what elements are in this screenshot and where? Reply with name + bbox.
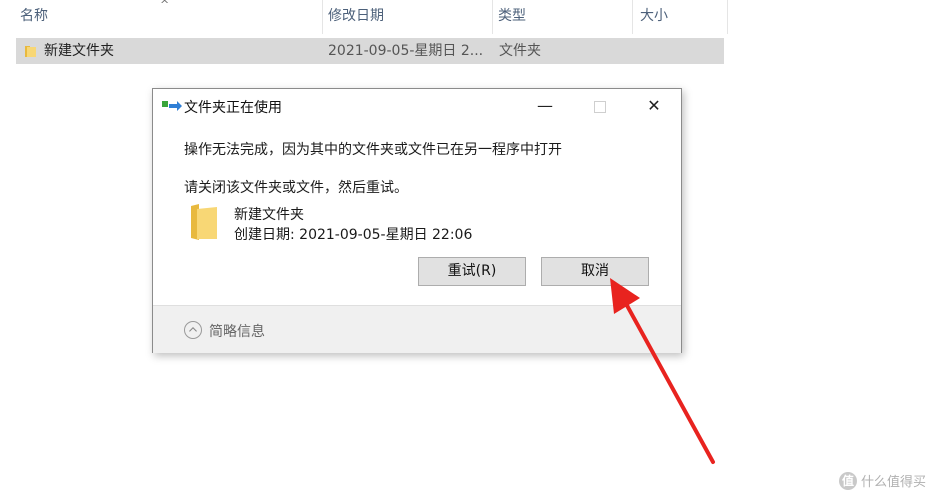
instruction-message: 请关闭该文件夹或文件，然后重试。 [184, 180, 408, 196]
column-header-size[interactable]: 大小 [636, 0, 726, 34]
fewer-details-toggle[interactable]: 简略信息 [209, 321, 265, 341]
file-row-selected[interactable]: 新建文件夹 2021-09-05-星期日 2... 文件夹 [16, 38, 724, 64]
column-divider[interactable] [727, 0, 728, 34]
folder-icon [191, 204, 217, 240]
minimize-icon: — [537, 96, 553, 115]
file-type: 文件夹 [499, 43, 541, 59]
close-icon: ✕ [647, 96, 661, 115]
watermark: 值 什么值得买 [838, 471, 926, 490]
file-name: 新建文件夹 [44, 43, 114, 59]
locked-file-name: 新建文件夹 [234, 207, 304, 223]
column-header-type[interactable]: 类型 [494, 0, 632, 34]
minimize-button[interactable]: — [522, 89, 568, 123]
cancel-button[interactable]: 取消 [541, 257, 649, 286]
dialog-titlebar[interactable]: 文件夹正在使用 — ✕ [153, 89, 681, 123]
column-divider[interactable] [322, 0, 323, 34]
chevron-up-icon[interactable] [184, 321, 202, 339]
maximize-button [577, 89, 623, 123]
column-divider[interactable] [632, 0, 633, 34]
file-modified: 2021-09-05-星期日 2... [328, 43, 484, 59]
dialog-footer: 简略信息 [153, 305, 681, 353]
retry-button[interactable]: 重试(R) [418, 257, 526, 286]
folder-icon [25, 46, 36, 57]
column-header-modified[interactable]: 修改日期 [324, 0, 492, 34]
error-message: 操作无法完成，因为其中的文件夹或文件已在另一程序中打开 [184, 142, 562, 158]
close-button[interactable]: ✕ [631, 89, 677, 123]
column-header-type-label: 类型 [498, 8, 526, 24]
column-header-modified-label: 修改日期 [328, 8, 384, 24]
column-header-name-label: 名称 [20, 8, 48, 24]
sort-ascending-icon: ^ [160, 0, 170, 11]
column-divider[interactable] [492, 0, 493, 34]
folder-in-use-icon [162, 101, 182, 111]
screen: 名称 ^ 修改日期 类型 大小 新建文件夹 2021-09-05-星期日 2..… [0, 0, 936, 500]
maximize-icon [594, 100, 606, 113]
locked-file-created: 创建日期: 2021-09-05-星期日 22:06 [234, 227, 473, 243]
watermark-badge: 值 [838, 471, 857, 490]
folder-in-use-dialog: 文件夹正在使用 — ✕ 操作无法完成，因为其中的文件夹或文件已在另一程序中打开 … [152, 88, 682, 353]
watermark-text: 什么值得买 [860, 475, 926, 490]
dialog-title: 文件夹正在使用 [184, 100, 282, 116]
column-header-size-label: 大小 [640, 8, 668, 24]
